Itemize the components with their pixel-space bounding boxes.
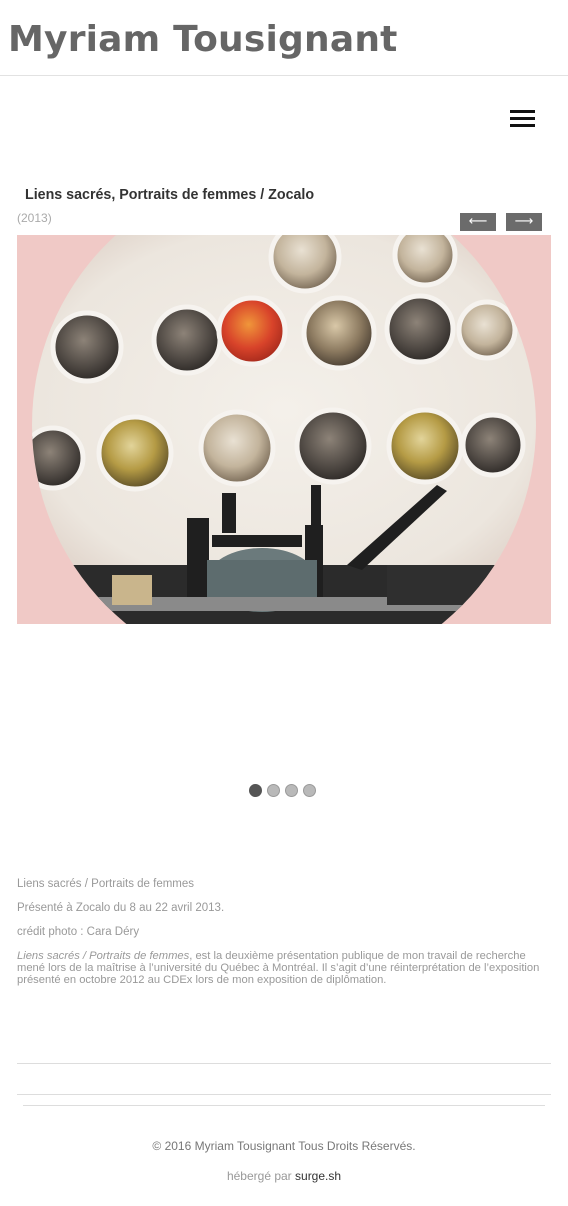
next-slide-button[interactable]: ⟶ — [506, 213, 542, 231]
slide-dot-2[interactable] — [267, 784, 280, 797]
slide-image — [17, 235, 551, 624]
slide-dot-3[interactable] — [285, 784, 298, 797]
project-title: Liens sacrés, Portraits de femmes / Zoca… — [25, 186, 315, 203]
slide-dot-1[interactable] — [249, 784, 262, 797]
footer-hosted: hébergé par surge.sh — [0, 1169, 568, 1183]
footer-copyright: © 2016 Myriam Tousignant Tous Droits Rés… — [152, 1139, 416, 1153]
description-title: Liens sacrés / Portraits de femmes — [17, 878, 195, 890]
divider — [23, 1105, 545, 1106]
slide-dot-4[interactable] — [303, 784, 316, 797]
description-paragraph: Liens sacrés / Portraits de femmes, est … — [17, 950, 553, 986]
previous-slide-button[interactable]: ⟵ — [460, 213, 496, 231]
project-year: (2013) — [17, 211, 52, 225]
divider — [17, 1063, 551, 1064]
hosted-prefix: hébergé par — [226, 1169, 296, 1183]
menu-bar — [510, 124, 535, 127]
hosted-link[interactable]: surge.sh — [295, 1169, 341, 1183]
menu-bar — [510, 110, 535, 113]
site-header: Myriam Tousignant — [0, 0, 568, 76]
menu-bar — [510, 117, 535, 120]
hamburger-menu-icon[interactable] — [506, 104, 540, 132]
description-dates: Présenté à Zocalo du 8 au 22 avril 2013. — [17, 902, 225, 914]
site-title[interactable]: Myriam Tousignant — [8, 16, 398, 64]
description-italic-title: Liens sacrés / Portraits de femmes — [17, 950, 190, 962]
description-photo-credit: crédit photo : Cara Déry — [17, 926, 140, 938]
divider — [17, 1094, 551, 1095]
artwork-photo — [17, 235, 551, 624]
slide-pagination — [249, 784, 321, 797]
